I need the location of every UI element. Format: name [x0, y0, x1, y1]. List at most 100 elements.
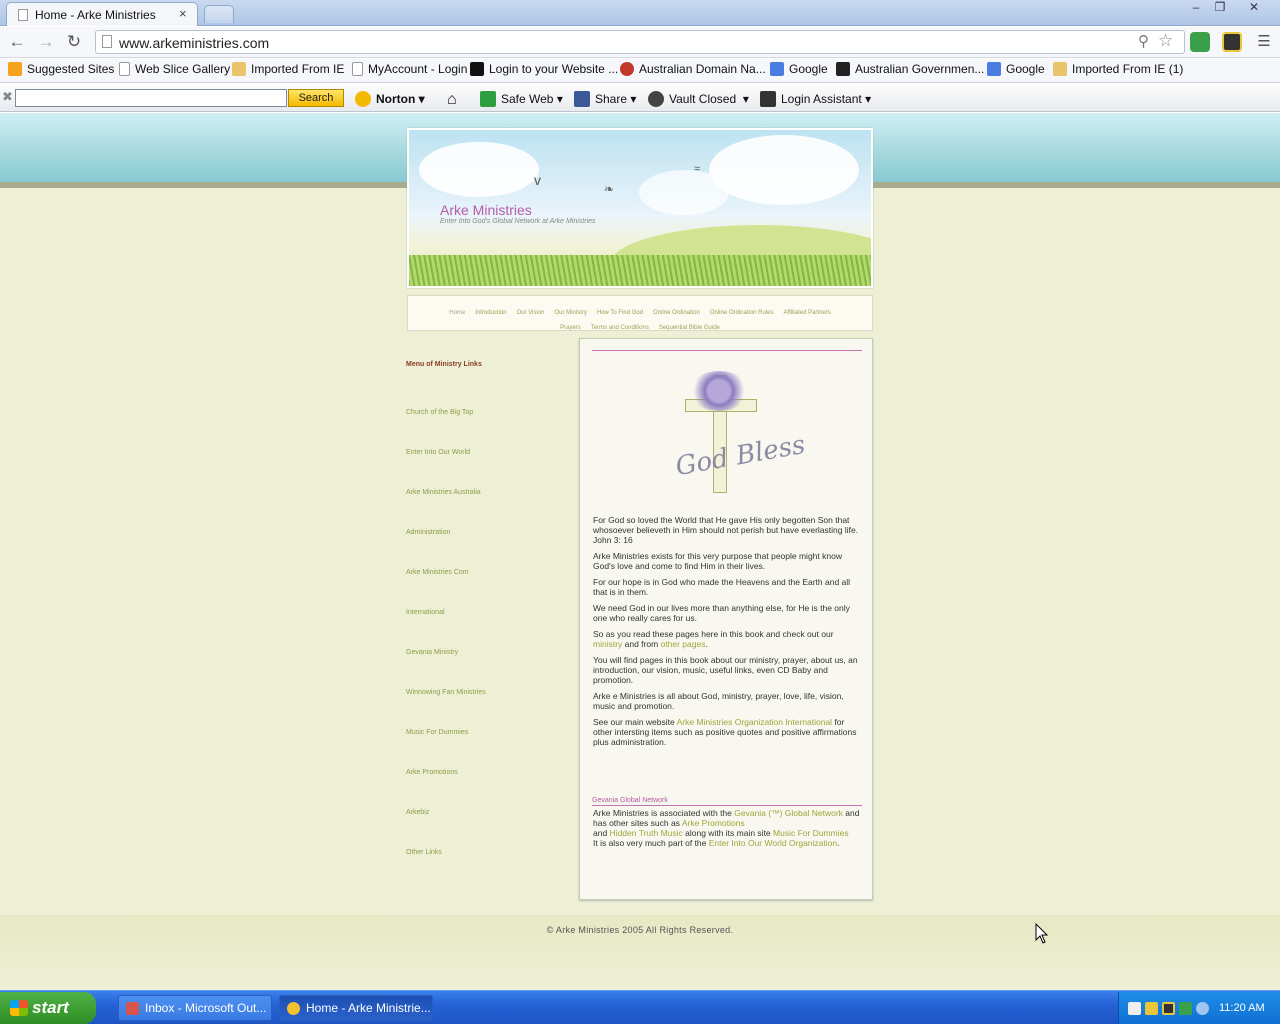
windows-logo-icon	[10, 1000, 28, 1016]
web-page: ᴠ ≈ ❧ Arke Ministries Enter Into God's G…	[0, 113, 1280, 990]
forward-arrow-icon[interactable]: →	[35, 32, 57, 54]
nav-prayers[interactable]: Prayers	[560, 322, 581, 334]
nav-online-ordination-rules[interactable]: Online Ordination Rules	[710, 307, 774, 319]
safe-web-menu[interactable]: Safe Web ▾	[480, 91, 563, 107]
bookmark-web-slice-gallery[interactable]: Web Slice Gallery	[119, 62, 230, 76]
address-bar[interactable]: www.arkeministries.com ⚲ ☆	[95, 30, 1185, 54]
tab-title: Home - Arke Ministries	[35, 8, 156, 22]
safe-web-icon	[480, 91, 496, 107]
norton-extension-icon[interactable]	[1222, 32, 1242, 52]
login-assistant-menu[interactable]: Login Assistant ▾	[760, 91, 871, 107]
sidebar-link-winnowing-fan-ministries[interactable]: Winnowing Fan Ministries	[406, 689, 486, 696]
sidebar-link-administration[interactable]: Administration	[406, 529, 450, 536]
sidebar-link-music-for-dummies[interactable]: Music For Dummies	[406, 729, 468, 736]
site-header-banner: ᴠ ≈ ❧ Arke Ministries Enter Into God's G…	[407, 128, 873, 288]
other-pages-link[interactable]: other pages	[661, 639, 706, 649]
nav-sequential-bible-guide[interactable]: Sequential Bible Guide	[659, 322, 720, 334]
minimize-icon[interactable]: –	[1184, 0, 1208, 18]
taskbar-outlook[interactable]: Inbox - Microsoft Out...	[118, 995, 272, 1021]
norton-search-button[interactable]: Search	[288, 89, 344, 107]
site-nav-menu: Home Introduction Our Vision Our Ministry Ho…	[407, 295, 873, 331]
gevania-global-network-link[interactable]: Gevania (™) Global Network	[734, 808, 843, 818]
paragraph-about-ministries: Arke e Ministries is all about God, mini…	[593, 691, 844, 711]
norton-search-input[interactable]	[15, 89, 287, 107]
hidden-truth-music-link[interactable]: Hidden Truth Music	[610, 828, 683, 838]
home-button[interactable]: ⌂	[447, 91, 457, 109]
main-content: God Bless For God so loved the World tha…	[579, 338, 873, 900]
close-toolbar-icon[interactable]: ✖	[2, 89, 13, 105]
close-window-icon[interactable]: ✕	[1242, 0, 1266, 18]
sidebar-link-gevania-ministry[interactable]: Gevania Ministry	[406, 649, 458, 656]
bookmark-suggested-sites[interactable]: Suggested Sites	[8, 62, 114, 76]
nav-our-vision[interactable]: Our Vision	[517, 307, 545, 319]
bird-icon: ❧	[604, 182, 615, 196]
taskbar-chrome[interactable]: Home - Arke Ministrie...	[279, 995, 433, 1021]
bookmark-myaccount-login[interactable]: MyAccount - Login	[352, 62, 467, 76]
sidebar-link-international[interactable]: International	[406, 609, 445, 616]
nav-affiliated-partners[interactable]: Affiliated Partners	[784, 307, 831, 319]
sidebar-link-enter-into-our-world[interactable]: Enter Into Our World	[406, 449, 470, 456]
mouse-cursor-icon	[1035, 923, 1049, 944]
nav-our-ministry[interactable]: Our Ministry	[555, 307, 587, 319]
ministry-link[interactable]: ministry	[593, 639, 622, 649]
windows-taskbar: start Inbox - Microsoft Out... Home - Ar…	[0, 990, 1280, 1024]
vault-menu[interactable]: Vault Closed ▾	[648, 91, 749, 107]
sidebar-link-arke-ministries-australia[interactable]: Arke Ministries Australia	[406, 489, 481, 496]
music-for-dummies-link[interactable]: Music For Dummies	[773, 828, 849, 838]
bookmark-imported-from-ie-1[interactable]: Imported From IE (1)	[1053, 62, 1183, 76]
arke-ministries-organization-link[interactable]: Arke Ministries Organization Internation…	[677, 717, 832, 727]
chrome-icon	[287, 1002, 300, 1015]
enter-into-our-world-link[interactable]: Enter Into Our World Organization	[709, 838, 837, 848]
tab-home[interactable]: Home - Arke Ministries ×	[6, 2, 198, 26]
reload-icon[interactable]: ↻	[63, 32, 85, 54]
close-tab-icon[interactable]: ×	[179, 6, 187, 21]
nav-how-to-find-god[interactable]: How To Find God	[597, 307, 643, 319]
network-icon[interactable]	[1196, 1002, 1209, 1015]
paragraph-need-god: We need God in our lives more than anyth…	[593, 603, 850, 623]
hand-icon[interactable]	[1145, 1002, 1158, 1015]
url-text: www.arkeministries.com	[119, 35, 270, 51]
norton-tray-icon[interactable]	[1162, 1002, 1175, 1015]
new-tab-button[interactable]	[204, 5, 234, 23]
bookmark-google[interactable]: Google	[770, 62, 828, 76]
bookmark-imported-from-ie[interactable]: Imported From IE	[232, 62, 344, 76]
nav-online-ordination[interactable]: Online Ordination	[653, 307, 700, 319]
sidebar-link-other-links[interactable]: Other Links	[406, 849, 442, 856]
restore-icon[interactable]: ❐	[1208, 0, 1232, 18]
mail-icon[interactable]	[1128, 1002, 1141, 1015]
nav-introduction[interactable]: Introduction	[475, 307, 506, 319]
w-icon	[470, 62, 484, 76]
sidebar-link-arkebiz[interactable]: Arkebiz	[406, 809, 429, 816]
bookmark-australian-government[interactable]: Australian Governmen...	[836, 62, 984, 76]
back-arrow-icon[interactable]: ←	[6, 32, 28, 54]
folder-icon	[1053, 62, 1067, 76]
gov-icon	[836, 62, 850, 76]
sidebar-link-arke-promotions[interactable]: Arke Promotions	[406, 769, 458, 776]
norton-menu[interactable]: Norton ▾	[355, 91, 425, 107]
arke-promotions-link[interactable]: Arke Promotions	[682, 818, 745, 828]
domain-icon	[620, 62, 634, 76]
bookmarks-bar: Suggested Sites Web Slice Gallery Import…	[0, 59, 1280, 83]
norton-toolbar: ✖ Search Norton ▾ ⌂ Safe Web ▾ Share ▾ V…	[0, 84, 1280, 112]
robot-tray-icon[interactable]	[1179, 1002, 1192, 1015]
robot-extension-icon[interactable]	[1190, 32, 1210, 52]
bookmark-google-2[interactable]: Google	[987, 62, 1045, 76]
login-assistant-icon	[760, 91, 776, 107]
search-icon[interactable]: ⚲	[1138, 32, 1149, 50]
cloud-shape	[639, 170, 729, 215]
nav-home[interactable]: Home	[449, 307, 465, 319]
share-menu[interactable]: Share ▾	[574, 91, 636, 107]
paragraph-purpose: Arke Ministries exists for this very pur…	[593, 551, 842, 571]
site-subtitle: Enter Into God's Global Network at Arke …	[440, 218, 596, 225]
sidebar-link-church-of-the-big-top[interactable]: Church of the Big Top	[406, 409, 473, 416]
nav-terms-and-conditions[interactable]: Terms and Conditions	[591, 322, 649, 334]
sidebar-link-arke-ministries-com[interactable]: Arke Ministries Com	[406, 569, 469, 576]
folder-icon	[232, 62, 246, 76]
start-button[interactable]: start	[0, 992, 96, 1024]
star-icon[interactable]: ☆	[1158, 31, 1173, 51]
bookmark-login-website[interactable]: Login to your Website ...	[470, 62, 618, 76]
sidebar-heading: Menu of Ministry Links	[406, 361, 482, 368]
copyright-text: © Arke Ministries 2005 All Rights Reserv…	[546, 925, 734, 935]
bookmark-australian-domain[interactable]: Australian Domain Na...	[620, 62, 766, 76]
menu-icon[interactable]: ☰	[1253, 32, 1275, 54]
